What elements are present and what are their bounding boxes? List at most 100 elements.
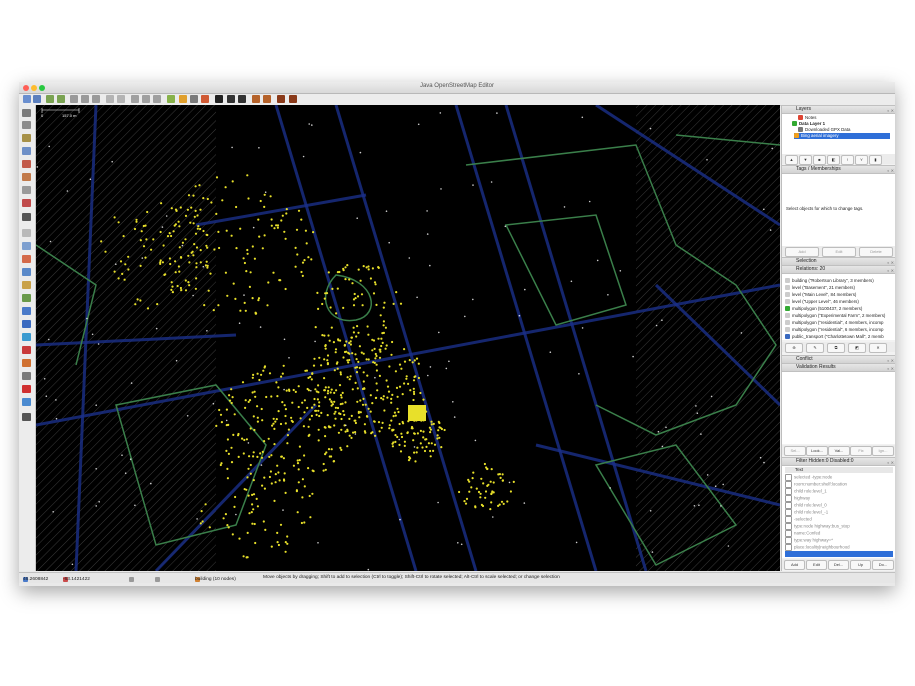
filter-checkbox[interactable]: [785, 481, 792, 488]
panel-controls-icon[interactable]: ◐ ✕: [887, 459, 894, 466]
relation-item[interactable]: multipolygon (5100437, 2 members): [785, 306, 862, 312]
tags-panel-header[interactable]: Tags / Memberships ◐ ✕: [782, 165, 895, 174]
filter-up-button[interactable]: Up: [850, 560, 871, 570]
panel-controls-icon[interactable]: ◐ ✕: [887, 365, 894, 372]
filter-row[interactable]: type:way highway=*: [785, 537, 833, 544]
preset-bus-icon[interactable]: [238, 95, 246, 103]
relation-delete-icon[interactable]: ✕: [869, 343, 887, 353]
combine-way-icon[interactable]: [142, 95, 150, 103]
filter-row[interactable]: child role:level_-1: [785, 509, 828, 516]
filter-row[interactable]: selected -type:node: [785, 474, 832, 481]
validation-ignore-button[interactable]: Ign...: [872, 446, 894, 456]
relation-item[interactable]: level ("Upper Level", 46 members): [785, 299, 859, 305]
panel-controls-icon[interactable]: ◐ ✕: [887, 107, 894, 114]
preset-stairs-icon[interactable]: [190, 95, 198, 103]
preset-room-icon[interactable]: [252, 95, 260, 103]
toggle-map-paint-icon[interactable]: [22, 398, 31, 406]
save-icon[interactable]: [46, 95, 54, 103]
undo-icon[interactable]: [81, 95, 89, 103]
toggle-authors-icon[interactable]: [22, 372, 31, 380]
filter-row[interactable]: child role:level_0: [785, 502, 827, 509]
relation-edit-icon[interactable]: ✎: [806, 343, 824, 353]
toggle-history-icon[interactable]: [22, 281, 31, 289]
filter-row-selected[interactable]: [785, 551, 893, 557]
toggle-filter-icon[interactable]: [22, 346, 31, 354]
show-hide-icon[interactable]: ◧: [827, 155, 840, 165]
filter-checkbox[interactable]: [785, 530, 792, 537]
merge-layer-icon[interactable]: Y: [855, 155, 868, 165]
preset-car-icon[interactable]: [227, 95, 235, 103]
toggle-tags-icon[interactable]: [22, 242, 31, 250]
tags-edit-button[interactable]: Edit: [822, 247, 856, 257]
layer-visibility-icon[interactable]: !: [841, 155, 854, 165]
relation-item[interactable]: multipolygon ("Experimental Farm", 2 mem…: [785, 313, 885, 319]
select-tool-icon[interactable]: [22, 109, 31, 117]
delete-layer-icon[interactable]: ▮: [869, 155, 882, 165]
toggle-user-list-icon[interactable]: [22, 268, 31, 276]
layer-gpx[interactable]: Downloaded GPX Data: [798, 127, 850, 133]
preset-hand-icon[interactable]: [215, 95, 223, 103]
layer-bing[interactable]: Bing aerial imagery: [794, 133, 890, 139]
preset-bed-icon[interactable]: [277, 95, 285, 103]
draw-tool-icon[interactable]: [22, 134, 31, 142]
validation-fix-button[interactable]: Fix: [850, 446, 872, 456]
toggle-relations-icon[interactable]: [22, 307, 31, 315]
relation-select-icon[interactable]: ◩: [848, 343, 866, 353]
toggle-selection-icon[interactable]: [22, 255, 31, 263]
tags-delete-button[interactable]: Delete: [859, 247, 893, 257]
filter-checkbox[interactable]: [785, 516, 792, 523]
preset-toilets-icon[interactable]: [263, 95, 271, 103]
preset-building-icon[interactable]: [179, 95, 187, 103]
filter-checkbox[interactable]: [785, 474, 792, 481]
zoom-tool-icon[interactable]: [22, 147, 31, 155]
filter-checkbox[interactable]: [785, 537, 792, 544]
preferences-icon[interactable]: [106, 95, 114, 103]
redo-icon[interactable]: [92, 95, 100, 103]
filter-row[interactable]: child role:level_1: [785, 488, 827, 495]
panel-controls-icon[interactable]: ◐ ✕: [887, 167, 894, 174]
filter-row[interactable]: name:Confed: [785, 530, 820, 537]
filter-checkbox[interactable]: [785, 502, 792, 509]
filter-checkbox[interactable]: [785, 544, 792, 551]
validation-lookup-button[interactable]: Look...: [806, 446, 828, 456]
filter-checkbox[interactable]: [785, 495, 792, 502]
activate-layer-icon[interactable]: ■: [813, 155, 826, 165]
filter-down-button[interactable]: Do...: [872, 560, 894, 570]
filter-add-button[interactable]: Add: [784, 560, 805, 570]
validation-panel-header[interactable]: Validation Results ◐ ✕: [782, 363, 895, 372]
reverse-way-icon[interactable]: [153, 95, 161, 103]
filter-panel-header[interactable]: Filter Hidden:0 Disabled:0 ◐ ✕: [782, 457, 895, 466]
panel-controls-icon[interactable]: ◐ ✕: [887, 267, 894, 274]
delete-tool-icon[interactable]: [22, 160, 31, 168]
orthogonalize-icon[interactable]: [167, 95, 175, 103]
move-up-icon[interactable]: ▲: [785, 155, 798, 165]
toggle-validation-icon[interactable]: [22, 320, 31, 328]
toggle-notes-icon[interactable]: [22, 385, 31, 393]
relation-item[interactable]: multipolygon ("residential", 6 members, …: [785, 327, 883, 333]
relations-panel-header[interactable]: Relations: 20 ◐ ✕: [782, 265, 895, 274]
upload-icon[interactable]: [70, 95, 78, 103]
filter-checkbox[interactable]: [785, 523, 792, 530]
relation-add-icon[interactable]: ⊕: [785, 343, 803, 353]
open-file-icon[interactable]: [33, 95, 41, 103]
filter-delete-button[interactable]: Del...: [828, 560, 849, 570]
toggle-conflict-icon[interactable]: [22, 333, 31, 341]
filter-checkbox[interactable]: [785, 509, 792, 516]
filter-row[interactable]: room:number:shelf:location: [785, 481, 847, 488]
layers-panel-header[interactable]: Layers ◐ ✕: [782, 105, 895, 114]
filter-row[interactable]: type:node highway:bus_stop: [785, 523, 850, 530]
preset-sofa-icon[interactable]: [289, 95, 297, 103]
filter-row[interactable]: -selected: [785, 516, 812, 523]
extrude-tool-icon[interactable]: [22, 199, 31, 207]
relation-item[interactable]: multipolygon ("residential", 4 members, …: [785, 320, 883, 326]
validation-select-button[interactable]: Sel...: [784, 446, 806, 456]
filter-row[interactable]: place:locality|neighbourhood: [785, 544, 850, 551]
new-layer-icon[interactable]: [23, 95, 31, 103]
save-as-icon[interactable]: [57, 95, 65, 103]
tags-add-button[interactable]: Add: [785, 247, 819, 257]
relation-item[interactable]: level ("Basement", 21 members): [785, 285, 855, 291]
validation-validate-button[interactable]: Val...: [828, 446, 850, 456]
parallel-tool-icon[interactable]: [22, 173, 31, 181]
more-dialogs-icon[interactable]: [22, 413, 31, 421]
preset-door-icon[interactable]: [201, 95, 209, 103]
